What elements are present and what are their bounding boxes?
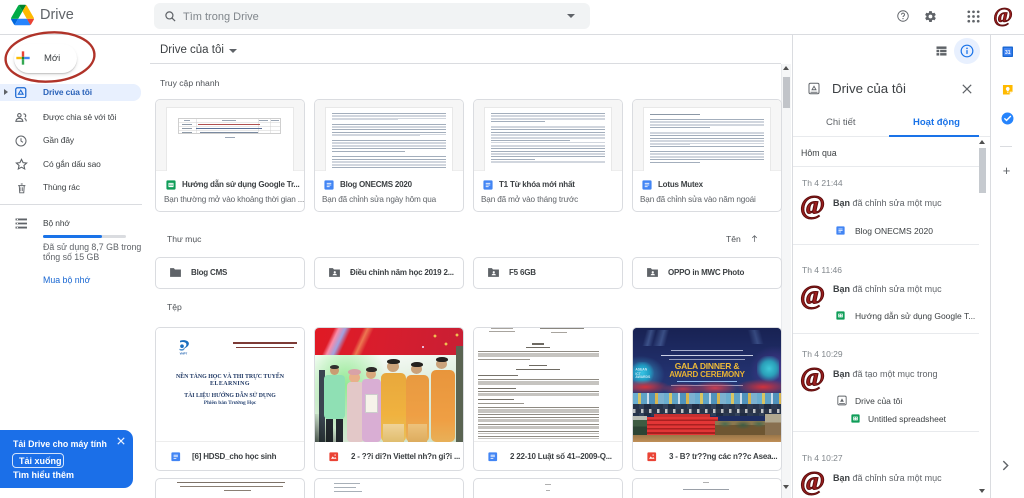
- svg-text:31: 31: [1004, 50, 1010, 56]
- svg-text:VNPT: VNPT: [180, 351, 188, 355]
